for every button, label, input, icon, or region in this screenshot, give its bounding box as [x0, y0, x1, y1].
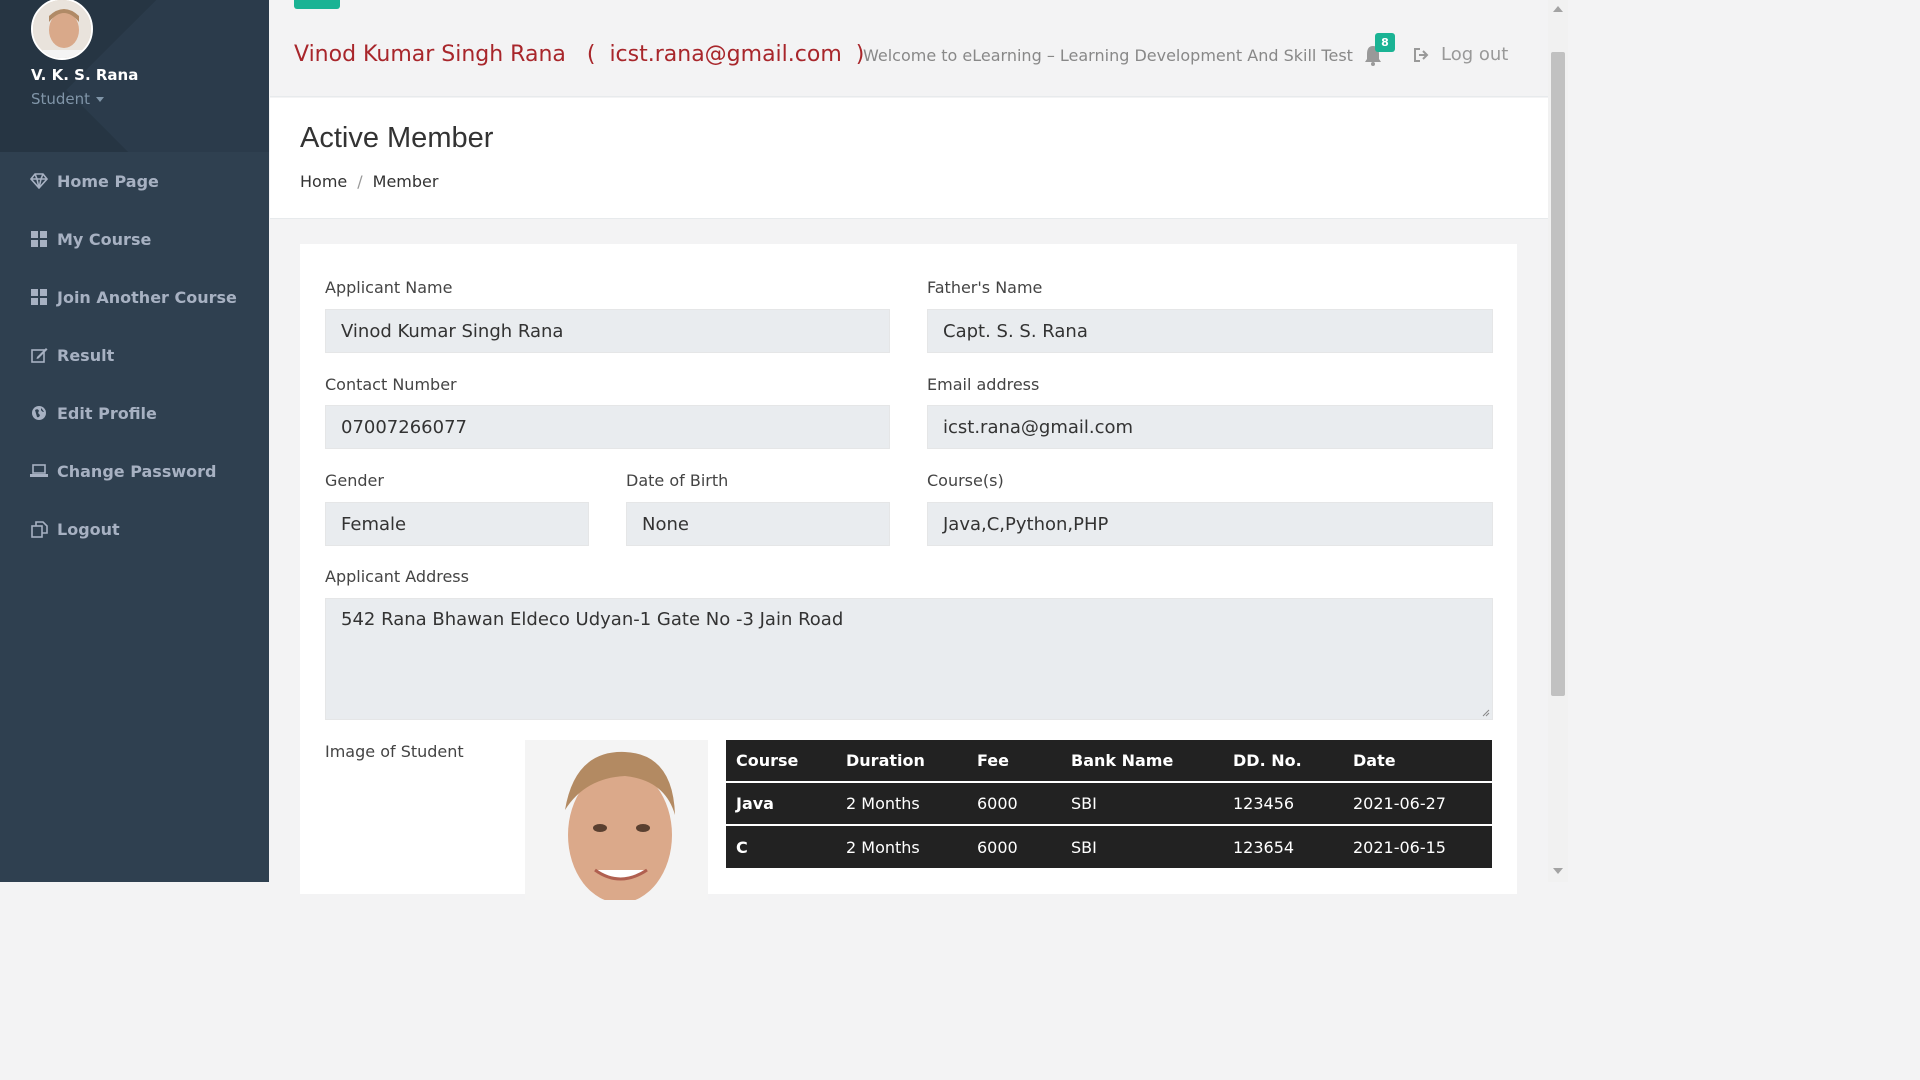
sign-out-icon — [1414, 47, 1429, 62]
table-cell: SBI — [1061, 781, 1223, 825]
sidebar-item-label: Join Another Course — [57, 287, 237, 307]
resize-handle-icon[interactable] — [1480, 707, 1490, 717]
date-of-birth-label: Date of Birth — [626, 471, 729, 490]
column-header: Bank Name — [1061, 740, 1223, 782]
breadcrumb-current: Member — [372, 172, 439, 191]
sidebar-item-edit-profile[interactable]: Edit Profile — [30, 401, 157, 425]
table-cell: 2 Months — [836, 781, 967, 825]
payments-table: Course Duration Fee Bank Name DD. No. Da… — [726, 740, 1492, 868]
copy-icon — [30, 520, 48, 538]
avatar[interactable] — [31, 0, 93, 60]
sidebar-item-label: Home Page — [57, 171, 159, 191]
table-cell: 2021-06-15 — [1343, 824, 1492, 868]
page-heading: Active Member Home / Member — [270, 98, 1548, 219]
contact-number-field[interactable]: 07007266077 — [325, 405, 890, 449]
sidebar-item-label: Change Password — [57, 461, 217, 481]
table-cell: SBI — [1061, 824, 1223, 868]
menu-toggle-button[interactable] — [294, 0, 340, 9]
logout-label: Log out — [1441, 44, 1509, 65]
column-header: Course — [726, 740, 836, 782]
top-navbar: Vinod Kumar Singh Rana ( icst.rana@gmail… — [270, 0, 1548, 97]
email-label: Email address — [927, 375, 1040, 394]
laptop-icon — [30, 462, 48, 480]
applicant-address-text: 542 Rana Bhawan Eldeco Udyan-1 Gate No -… — [341, 609, 844, 630]
column-header: DD. No. — [1223, 740, 1343, 782]
table-cell: 6000 — [967, 824, 1061, 868]
column-header: Duration — [836, 740, 967, 782]
father-name-label: Father's Name — [927, 278, 1043, 297]
page-title: Active Member — [300, 122, 494, 154]
globe-icon — [30, 404, 48, 422]
student-image-label: Image of Student — [325, 742, 464, 761]
user-title: Vinod Kumar Singh Rana ( icst.rana@gmail… — [294, 42, 865, 67]
applicant-address-label: Applicant Address — [325, 567, 469, 586]
welcome-message: Welcome to eLearning – Learning Developm… — [863, 46, 1353, 65]
sidebar-item-change-password[interactable]: Change Password — [30, 459, 216, 483]
table-row: Java 2 Months 6000 SBI 123456 2021-06-27 — [726, 781, 1492, 825]
column-header: Date — [1343, 740, 1492, 782]
courses-label: Course(s) — [927, 471, 1004, 490]
scrollbar-thumb[interactable] — [1551, 52, 1565, 696]
profile-panel: V. K. S. Rana Student — [0, 0, 269, 152]
gender-field[interactable]: Female — [325, 502, 589, 546]
courses-field[interactable]: Java,C,Python,PHP — [927, 502, 1493, 546]
table-cell: Java — [726, 781, 836, 825]
notification-badge: 8 — [1375, 33, 1395, 52]
student-photo — [525, 740, 708, 900]
sidebar-item-label: Result — [57, 345, 115, 365]
table-header-row: Course Duration Fee Bank Name DD. No. Da… — [726, 740, 1492, 782]
email-field[interactable]: icst.rana@gmail.com — [927, 405, 1493, 449]
sidebar-item-label: Edit Profile — [57, 403, 157, 423]
gender-label: Gender — [325, 471, 384, 490]
sidebar: V. K. S. Rana Student Home Page My Cours… — [0, 0, 269, 882]
table-cell: C — [726, 824, 836, 868]
sidebar-item-logout[interactable]: Logout — [30, 517, 120, 541]
diamond-icon — [30, 172, 48, 190]
table-row: C 2 Months 6000 SBI 123654 2021-06-15 — [726, 824, 1492, 868]
sidebar-item-join-another-course[interactable]: Join Another Course — [30, 285, 237, 309]
table-cell: 2 Months — [836, 824, 967, 868]
scroll-down-arrow-icon[interactable] — [1553, 868, 1563, 874]
date-of-birth-field[interactable]: None — [626, 502, 890, 546]
applicant-name-label: Applicant Name — [325, 278, 453, 297]
sidebar-item-home-page[interactable]: Home Page — [30, 169, 159, 193]
breadcrumb-separator: / — [357, 172, 363, 191]
father-name-field[interactable]: Capt. S. S. Rana — [927, 309, 1493, 353]
profile-role-label: Student — [31, 90, 91, 108]
applicant-address-textarea[interactable]: 542 Rana Bhawan Eldeco Udyan-1 Gate No -… — [325, 598, 1493, 720]
profile-name: V. K. S. Rana — [31, 66, 139, 84]
table-cell: 123456 — [1223, 781, 1343, 825]
edit-icon — [30, 346, 48, 364]
table-cell: 123654 — [1223, 824, 1343, 868]
sidebar-item-label: My Course — [57, 229, 152, 249]
logout-link[interactable]: Log out — [1413, 44, 1508, 65]
caret-down-icon — [96, 97, 105, 102]
th-large-icon — [30, 288, 48, 306]
table-cell: 2021-06-27 — [1343, 781, 1492, 825]
page-scrollbar[interactable] — [1548, 0, 1568, 882]
breadcrumb-home-link[interactable]: Home — [300, 172, 347, 191]
sidebar-item-my-course[interactable]: My Course — [30, 227, 151, 251]
applicant-name-field[interactable]: Vinod Kumar Singh Rana — [325, 309, 890, 353]
column-header: Fee — [967, 740, 1061, 782]
sidebar-item-label: Logout — [57, 519, 120, 539]
profile-role-dropdown[interactable]: Student — [31, 90, 105, 108]
scroll-up-arrow-icon[interactable] — [1553, 6, 1563, 12]
sidebar-item-result[interactable]: Result — [30, 343, 114, 367]
table-cell: 6000 — [967, 781, 1061, 825]
th-large-icon — [30, 230, 48, 248]
contact-number-label: Contact Number — [325, 375, 457, 394]
member-form-card: Applicant Name Vinod Kumar Singh Rana Fa… — [300, 244, 1517, 900]
breadcrumb: Home / Member — [300, 172, 438, 191]
